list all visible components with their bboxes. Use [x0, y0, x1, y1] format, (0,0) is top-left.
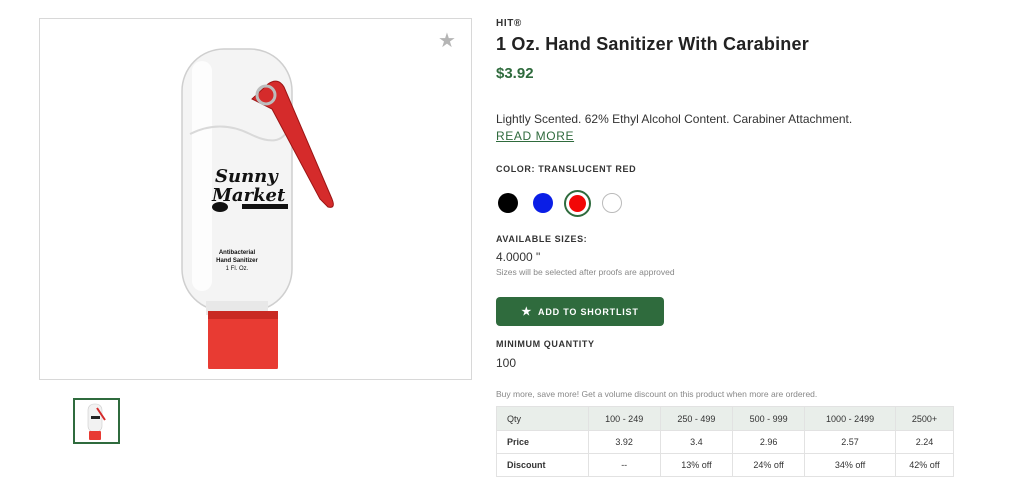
color-swatch-blue[interactable]	[533, 193, 553, 213]
color-label: COLOR: TRANSLUCENT RED	[496, 164, 637, 174]
pricing-cell: 3.4	[659, 430, 734, 454]
add-to-shortlist-button[interactable]: ★ ADD TO SHORTLIST	[496, 297, 664, 326]
sizes-note: Sizes will be selected after proofs are …	[496, 267, 675, 277]
hand-sanitizer-image: Sunny Market Antibacterial Hand Sanitize…	[181, 48, 334, 369]
pricing-table: Qty 100 - 249 250 - 499 500 - 999 1000 -…	[496, 406, 955, 477]
pricing-header-cell: Qty	[496, 406, 589, 431]
favorite-star-icon[interactable]: ★	[437, 31, 457, 51]
pricing-cell: --	[587, 453, 661, 477]
pricing-header-row: Qty 100 - 249 250 - 499 500 - 999 1000 -…	[496, 406, 955, 431]
color-swatch-black[interactable]	[498, 193, 518, 213]
pricing-cell: 24% off	[731, 453, 806, 477]
product-thumbnail[interactable]	[73, 398, 120, 444]
logo-sunny: Sunny	[215, 166, 279, 187]
pricing-discount-row: Discount -- 13% off 24% off 34% off 42% …	[496, 453, 955, 477]
volume-discount-note: Buy more, save more! Get a volume discou…	[496, 389, 818, 399]
minimum-quantity-label: MINIMUM QUANTITY	[496, 339, 595, 349]
pricing-header-cell: 2500+	[894, 406, 955, 431]
pricing-cell: Discount	[496, 453, 589, 477]
pricing-cell: 34% off	[804, 453, 896, 477]
color-swatch-red[interactable]	[564, 190, 591, 217]
star-icon: ★	[521, 306, 533, 318]
minimum-quantity-value: 100	[496, 356, 517, 370]
sizes-label: AVAILABLE SIZES:	[496, 234, 588, 244]
pricing-cell: 2.96	[731, 430, 806, 454]
pricing-header-cell: 100 - 249	[587, 406, 661, 431]
pricing-header-cell: 1000 - 2499	[804, 406, 896, 431]
color-swatch-white[interactable]	[602, 193, 622, 213]
pricing-cell: 2.24	[894, 430, 955, 454]
pricing-cell: Price	[496, 430, 589, 454]
product-description: Lightly Scented. 62% Ethyl Alcohol Conte…	[496, 112, 853, 126]
read-more-link[interactable]: READ MORE	[496, 129, 574, 143]
pricing-header-cell: 500 - 999	[731, 406, 806, 431]
pricing-cell: 13% off	[659, 453, 734, 477]
label-line-2: Hand Sanitizer	[216, 258, 258, 264]
add-to-shortlist-label: ADD TO SHORTLIST	[538, 306, 639, 317]
product-main-image: ★ Sunny Market Antibacterial Hand Saniti…	[39, 18, 472, 380]
product-price: $3.92	[496, 65, 534, 82]
label-line-1: Antibacterial	[219, 250, 256, 256]
label-line-3: 1 Fl. Oz.	[226, 266, 249, 272]
product-title: 1 Oz. Hand Sanitizer With Carabiner	[496, 34, 809, 54]
pricing-price-row: Price 3.92 3.4 2.96 2.57 2.24	[496, 430, 955, 454]
pricing-header-cell: 250 - 499	[659, 406, 734, 431]
pricing-cell: 3.92	[587, 430, 661, 454]
thumbnail-sanitizer-icon	[87, 403, 106, 440]
pricing-cell: 42% off	[894, 453, 955, 477]
sizes-value: 4.0000 "	[496, 250, 541, 264]
product-brand: HIT®	[496, 18, 522, 29]
pricing-cell: 2.57	[804, 430, 896, 454]
